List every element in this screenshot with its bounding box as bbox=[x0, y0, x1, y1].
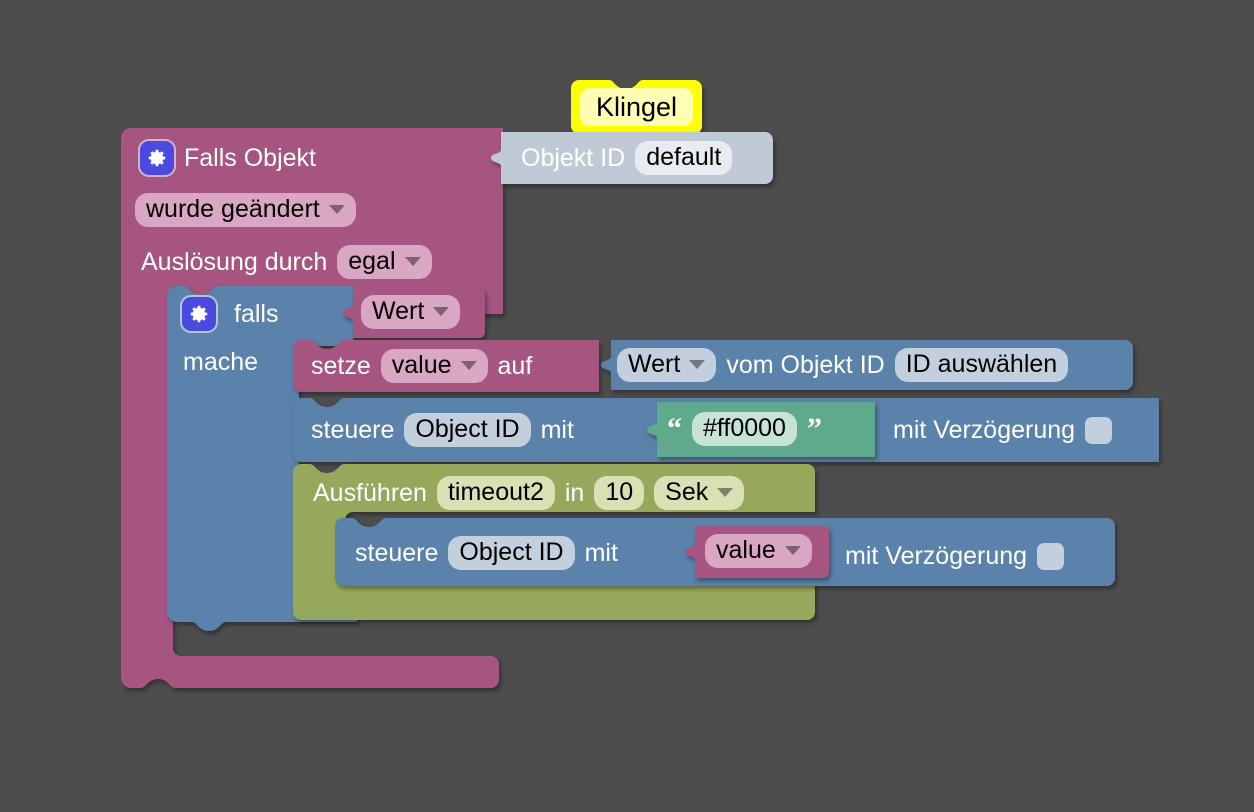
chevron-down-icon bbox=[433, 306, 450, 316]
variable-value-label: value bbox=[716, 536, 776, 564]
object-id-field[interactable]: default bbox=[635, 141, 733, 175]
source-dropdown-label: egal bbox=[348, 247, 396, 275]
gear-icon[interactable] bbox=[140, 141, 174, 175]
script-name-label: Klingel bbox=[595, 92, 678, 122]
object-id-selector[interactable]: ID auswählen bbox=[894, 348, 1069, 382]
inner-control-object-id-field[interactable]: Object ID bbox=[448, 536, 575, 570]
condition-value-dropdown[interactable]: Wert bbox=[361, 295, 461, 329]
condition-dropdown[interactable]: wurde geändert bbox=[135, 193, 356, 227]
timeout-unit-label: Sek bbox=[665, 478, 709, 506]
inner-control-delay-socket[interactable] bbox=[1037, 542, 1065, 570]
close-quote-icon: ” bbox=[806, 412, 822, 445]
control-with-label: mit bbox=[540, 415, 574, 444]
chevron-down-icon bbox=[404, 256, 421, 266]
object-id-value: default bbox=[646, 143, 722, 171]
trigger-title: Falls Objekt bbox=[184, 143, 316, 172]
object-id-selector-label: ID auswählen bbox=[905, 350, 1058, 378]
control-delay-socket[interactable] bbox=[1085, 416, 1113, 444]
control-label: steuere bbox=[311, 415, 395, 444]
set-variable-block[interactable]: setze value auf bbox=[293, 340, 599, 392]
string-value-block[interactable]: “ #ff0000 ” bbox=[645, 402, 875, 457]
source-dropdown[interactable]: egal bbox=[337, 245, 432, 279]
gear-icon[interactable] bbox=[182, 297, 216, 331]
if-header-row: falls bbox=[182, 296, 278, 332]
trigger-source-label: Auslösung durch bbox=[141, 247, 328, 276]
control-delay-row: mit Verzögerung bbox=[893, 411, 1113, 449]
control-object-id-field[interactable]: Object ID bbox=[404, 413, 531, 447]
timeout-name-value: timeout2 bbox=[447, 478, 544, 506]
object-id-label: Objekt ID bbox=[521, 143, 626, 172]
open-quote-icon: “ bbox=[667, 412, 682, 445]
set-variable-dropdown[interactable]: value bbox=[380, 349, 488, 383]
trigger-source-row: Auslösung durch egal bbox=[141, 244, 432, 280]
if-condition-value-block[interactable]: Wert bbox=[341, 288, 485, 338]
object-id-value-block[interactable]: Objekt ID default bbox=[489, 132, 773, 184]
if-label: falls bbox=[234, 299, 279, 328]
timeout-duration-value: 10 bbox=[605, 478, 634, 506]
inner-control-object-id-value: Object ID bbox=[459, 538, 564, 566]
condition-value-label: Wert bbox=[372, 297, 425, 325]
timeout-run-label: Ausführen bbox=[313, 478, 427, 507]
timeout-duration-field[interactable]: 10 bbox=[594, 476, 645, 510]
string-value-text: #ff0000 bbox=[703, 414, 786, 442]
condition-dropdown-label: wurde geändert bbox=[146, 195, 320, 223]
set-to-label: auf bbox=[497, 351, 533, 380]
trigger-condition-row: wurde geändert bbox=[135, 192, 356, 228]
trigger-header-row: Falls Objekt bbox=[140, 140, 500, 176]
blockly-workspace[interactable]: Klingel Falls Objekt wurde geändert Ausl… bbox=[0, 0, 1254, 812]
inner-control-delay-row: mit Verzögerung bbox=[845, 537, 1065, 575]
inner-control-delay-label: mit Verzögerung bbox=[845, 541, 1028, 570]
chevron-down-icon bbox=[717, 487, 734, 497]
timeout-in-label: in bbox=[564, 478, 585, 507]
set-variable-name: value bbox=[391, 351, 452, 379]
variable-value-block[interactable]: value bbox=[683, 526, 829, 578]
inner-control-with-label: mit bbox=[584, 538, 618, 567]
timeout-name-field[interactable]: timeout2 bbox=[436, 476, 555, 510]
from-object-label: vom Objekt ID bbox=[726, 350, 885, 379]
chevron-down-icon bbox=[328, 204, 345, 214]
get-object-value-block[interactable]: Wert vom Objekt ID ID auswählen bbox=[599, 340, 1133, 390]
control-delay-label: mit Verzögerung bbox=[893, 415, 1076, 444]
property-dropdown-label: Wert bbox=[628, 350, 681, 378]
chevron-down-icon bbox=[460, 360, 477, 370]
chevron-down-icon bbox=[784, 545, 801, 555]
property-dropdown[interactable]: Wert bbox=[617, 348, 717, 382]
control-object-id-value: Object ID bbox=[415, 415, 520, 443]
set-label: setze bbox=[311, 351, 371, 380]
chevron-down-icon bbox=[689, 359, 706, 369]
timeout-unit-dropdown[interactable]: Sek bbox=[654, 476, 745, 510]
string-value-field[interactable]: #ff0000 bbox=[692, 412, 797, 446]
inner-control-label: steuere bbox=[355, 538, 439, 567]
variable-value-dropdown[interactable]: value bbox=[705, 534, 812, 568]
script-name-tag[interactable]: Klingel bbox=[571, 80, 702, 134]
do-label: mache bbox=[183, 348, 259, 376]
